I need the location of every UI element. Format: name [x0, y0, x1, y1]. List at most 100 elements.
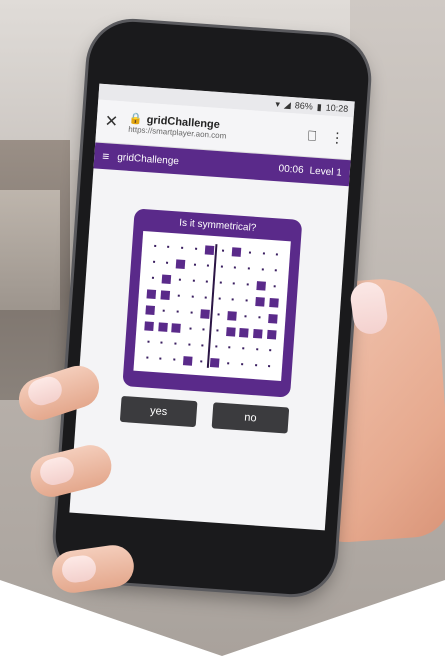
grid-dot — [153, 244, 157, 247]
grid-dot — [163, 309, 166, 312]
grid-dot — [261, 268, 264, 271]
grid-cell — [187, 256, 202, 273]
grid-dot — [178, 278, 181, 281]
grid-cell — [167, 351, 182, 368]
grid-dot — [274, 269, 278, 272]
grid-dot — [166, 261, 169, 264]
grid-cell — [188, 240, 203, 257]
grid-dot — [193, 263, 196, 266]
grid-square — [239, 327, 250, 338]
answer-buttons: yes no — [119, 395, 290, 434]
grid-cell — [210, 322, 225, 339]
grid-cell — [254, 277, 269, 294]
grid-square — [144, 320, 155, 331]
grid-square — [210, 357, 220, 368]
grid-square — [204, 244, 215, 255]
yes-button[interactable]: yes — [119, 395, 198, 428]
grid-cell — [222, 339, 237, 356]
no-button[interactable]: no — [211, 402, 290, 434]
hamburger-menu-icon[interactable]: ≡ — [102, 149, 110, 163]
grid-cell — [237, 324, 252, 341]
grid-cell — [182, 336, 197, 353]
grid-dot — [147, 340, 150, 343]
grid-dot — [174, 342, 177, 345]
battery-icon: ▮ — [316, 101, 323, 112]
grid-dot — [219, 281, 222, 284]
grid-square — [255, 296, 265, 307]
grid-dot — [205, 280, 209, 283]
close-icon[interactable]: ✕ — [104, 111, 123, 132]
wifi-icon: ▾ — [275, 98, 281, 109]
grid-dot — [189, 327, 192, 330]
grid-dot — [220, 265, 223, 268]
grid-cell — [255, 261, 270, 278]
grid-dot — [159, 357, 162, 360]
grid-dot — [227, 362, 230, 365]
grid-cell — [184, 304, 199, 321]
grid-cell — [211, 306, 226, 323]
grid-dot — [248, 251, 252, 254]
grid-dot — [191, 295, 194, 298]
grid-cell — [161, 238, 176, 255]
grid-dot — [167, 245, 170, 248]
grid-square — [266, 329, 277, 340]
grid-dot — [200, 360, 203, 363]
grid-cell — [173, 271, 188, 288]
grid-cell — [229, 243, 244, 260]
grid-square — [161, 273, 172, 284]
grid-cell — [157, 302, 172, 319]
grid-cell — [174, 255, 189, 272]
app-title: gridChallenge — [116, 151, 180, 167]
grid-dot — [228, 346, 231, 349]
grid-dot — [255, 348, 258, 351]
grid-cell — [141, 333, 156, 350]
grid-cell — [160, 254, 175, 271]
grid-dot — [216, 329, 219, 332]
clock: 10:28 — [325, 102, 349, 115]
grid-dot — [257, 316, 261, 319]
grid-dot — [217, 313, 220, 316]
grid-cell — [185, 288, 200, 305]
grid-cell — [269, 262, 284, 279]
grid-cell — [263, 342, 278, 359]
grid-cell — [143, 301, 158, 318]
grid-dot — [242, 347, 245, 350]
grid-dot — [152, 260, 155, 263]
timer: 00:06 — [278, 162, 304, 176]
grid-cell — [223, 323, 238, 340]
grid-cell — [241, 260, 256, 277]
grid-dot — [202, 328, 205, 331]
grid-dot — [160, 341, 163, 344]
grid-cell — [209, 338, 224, 355]
puzzle-grid-box — [133, 231, 291, 381]
grid-dot — [176, 310, 179, 313]
grid-dot — [187, 343, 191, 346]
grid-cell — [212, 290, 227, 307]
grid-cell — [251, 325, 266, 342]
grid-dot — [262, 252, 265, 255]
grid-cell — [175, 239, 190, 256]
grid-cell — [240, 276, 255, 293]
grid-dot — [194, 247, 197, 250]
bookmark-icon[interactable]: ⎕ — [307, 127, 317, 145]
grid-dot — [234, 266, 237, 269]
grid-cell — [215, 242, 230, 259]
url-info[interactable]: 🔒 gridChallenge https://smartplayer.aon.… — [122, 111, 309, 146]
grid-dot — [245, 299, 248, 302]
grid-cell — [147, 253, 162, 270]
grid-square — [227, 310, 237, 321]
grid-dot — [177, 294, 180, 297]
grid-dot — [276, 253, 279, 256]
grid-dot — [273, 285, 276, 288]
more-menu-icon[interactable]: ⋮ — [330, 128, 345, 146]
grid-cell — [171, 287, 186, 304]
grid-square — [231, 246, 242, 257]
grid-dot — [181, 246, 184, 249]
grid-dot — [173, 358, 176, 361]
grid-cell — [268, 278, 283, 295]
grid-cell — [145, 269, 160, 286]
grid-cell — [252, 309, 267, 326]
signal-icon: ◢ — [283, 99, 292, 110]
grid-square — [171, 322, 182, 333]
grid-square — [268, 297, 279, 308]
